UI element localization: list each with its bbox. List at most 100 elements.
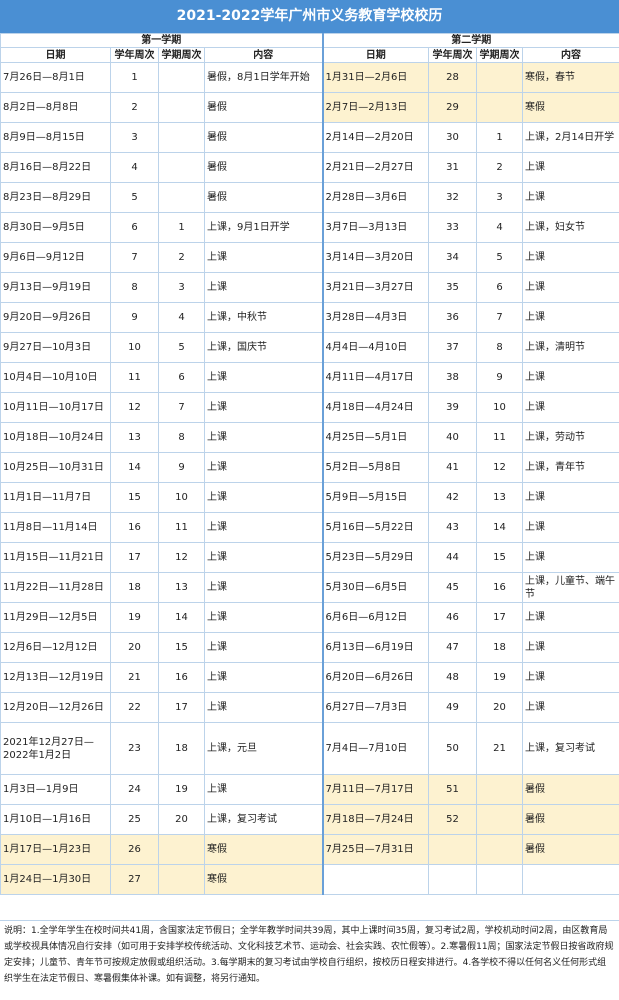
sem2-sem-week-cell [476, 804, 523, 835]
sem2-sem-week-cell: 9 [476, 362, 523, 393]
col-year-week-header: 学年周次 [428, 47, 477, 63]
sem1-year-week-cell: 4 [110, 152, 159, 183]
sem2-year-week-cell: 51 [428, 774, 477, 805]
sem2-year-week-cell: 44 [428, 542, 477, 573]
sem1-sem-week-cell: 6 [158, 362, 205, 393]
sem1-sem-week-cell [158, 92, 205, 123]
sem2-date-cell: 7月4日—7月10日 [322, 722, 429, 775]
table-row: 9月20日—9月26日 9 4 上课，中秋节 3月28日—4月3日 36 7 上课 [0, 302, 619, 333]
sem2-year-week-cell: 32 [428, 182, 477, 213]
sem1-sem-week-cell: 14 [158, 602, 205, 633]
sem2-date-cell: 7月18日—7月24日 [322, 804, 429, 835]
sem1-date-cell: 10月25日—10月31日 [0, 452, 111, 483]
sem1-date-cell: 11月15日—11月21日 [0, 542, 111, 573]
sem2-sem-week-cell: 16 [476, 572, 523, 603]
sem1-date-cell: 1月3日—1月9日 [0, 774, 111, 805]
sem2-year-week-cell [428, 864, 477, 895]
sem1-sem-week-cell: 5 [158, 332, 205, 363]
table-row: 10月25日—10月31日 14 9 上课 5月2日—5月8日 41 12 上课，青年节 [0, 452, 619, 483]
table-row: 8月30日—9月5日 6 1 上课，9月1日开学 3月7日—3月13日 33 4 上课，妇女节 [0, 212, 619, 243]
sem1-content-cell: 上课 [204, 692, 324, 723]
sem2-year-week-cell: 45 [428, 572, 477, 603]
table-row: 8月16日—8月22日 4 暑假 2月21日—2月27日 31 2 上课 [0, 152, 619, 183]
sem1-content-cell: 暑假 [204, 92, 324, 123]
table-row: 9月6日—9月12日 7 2 上课 3月14日—3月20日 34 5 上课 [0, 242, 619, 273]
table-row: 11月1日—11月7日 15 10 上课 5月9日—5月15日 42 13 上课 [0, 482, 619, 513]
sem1-sem-week-cell [158, 834, 205, 865]
sem1-year-week-cell: 16 [110, 512, 159, 543]
sem1-content-cell: 上课 [204, 542, 324, 573]
sem2-sem-week-cell: 12 [476, 452, 523, 483]
sem1-date-cell: 8月30日—9月5日 [0, 212, 111, 243]
sem2-date-cell: 7月25日—7月31日 [322, 834, 429, 865]
sem2-content-cell: 上课 [522, 542, 619, 573]
sem1-year-week-cell: 15 [110, 482, 159, 513]
sem2-content-cell: 上课 [522, 602, 619, 633]
sem2-sem-week-cell: 13 [476, 482, 523, 513]
sem2-year-week-cell: 49 [428, 692, 477, 723]
sem2-content-cell: 暑假 [522, 834, 619, 865]
sem2-content-cell: 上课 [522, 632, 619, 663]
sem2-sem-week-cell: 17 [476, 602, 523, 633]
sem2-sem-week-cell [476, 62, 523, 93]
sem1-date-cell: 11月29日—12月5日 [0, 602, 111, 633]
sem2-year-week-cell: 28 [428, 62, 477, 93]
sem1-sem-week-cell [158, 864, 205, 895]
sem2-sem-week-cell: 6 [476, 272, 523, 303]
sem2-content-cell: 上课 [522, 692, 619, 723]
col-date-header: 日期 [322, 47, 429, 63]
table-row: 8月23日—8月29日 5 暑假 2月28日—3月6日 32 3 上课 [0, 182, 619, 213]
sem2-year-week-cell: 48 [428, 662, 477, 693]
table-row: 2021年12月27日—2022年1月2日 23 18 上课，元旦 7月4日—7月10日… [0, 722, 619, 775]
sem1-date-cell: 9月6日—9月12日 [0, 242, 111, 273]
sem2-content-cell: 暑假 [522, 774, 619, 805]
sem1-sem-week-cell [158, 62, 205, 93]
sem2-sem-week-cell: 21 [476, 722, 523, 775]
sem2-sem-week-cell: 7 [476, 302, 523, 333]
sem2-content-cell [522, 864, 619, 895]
sem1-year-week-cell: 18 [110, 572, 159, 603]
sem2-content-cell: 上课，儿童节、端午节 [522, 572, 619, 603]
sem1-year-week-cell: 5 [110, 182, 159, 213]
col-sem-week-header: 学期周次 [476, 47, 523, 63]
sem2-date-cell: 3月28日—4月3日 [322, 302, 429, 333]
sem2-year-week-cell: 50 [428, 722, 477, 775]
sem2-content-cell: 上课 [522, 392, 619, 423]
sem1-date-cell: 8月16日—8月22日 [0, 152, 111, 183]
sem2-content-cell: 上课，复习考试 [522, 722, 619, 775]
sem2-year-week-cell: 37 [428, 332, 477, 363]
sem2-date-cell: 6月20日—6月26日 [322, 662, 429, 693]
sem1-content-cell: 上课 [204, 482, 324, 513]
col-sem-week-header: 学期周次 [158, 47, 205, 63]
sem2-date-cell: 5月30日—6月5日 [322, 572, 429, 603]
sem1-sem-week-cell: 18 [158, 722, 205, 775]
table-row: 1月3日—1月9日 24 19 上课 7月11日—7月17日 51 暑假 [0, 774, 619, 805]
sem1-year-week-cell: 9 [110, 302, 159, 333]
sem2-content-cell: 上课 [522, 662, 619, 693]
table-row: 1月17日—1月23日 26 寒假 7月25日—7月31日 暑假 [0, 834, 619, 865]
sem1-date-cell: 10月4日—10月10日 [0, 362, 111, 393]
calendar-notes: 说明：1.全学年学生在校时间共41周，含国家法定节假日；全学年教学时间共39周，… [0, 920, 619, 1000]
sem1-content-cell: 寒假 [204, 834, 324, 865]
semester-1-header: 第一学期 [0, 33, 324, 48]
sem2-date-cell: 5月16日—5月22日 [322, 512, 429, 543]
sem2-sem-week-cell: 20 [476, 692, 523, 723]
sem2-year-week-cell: 34 [428, 242, 477, 273]
sem1-year-week-cell: 2 [110, 92, 159, 123]
sem1-year-week-cell: 24 [110, 774, 159, 805]
sem1-date-cell: 12月13日—12月19日 [0, 662, 111, 693]
sem1-year-week-cell: 10 [110, 332, 159, 363]
sem1-sem-week-cell: 11 [158, 512, 205, 543]
sem2-year-week-cell: 47 [428, 632, 477, 663]
sem1-content-cell: 上课 [204, 272, 324, 303]
sem1-year-week-cell: 8 [110, 272, 159, 303]
sem1-year-week-cell: 13 [110, 422, 159, 453]
sem2-sem-week-cell [476, 834, 523, 865]
sem2-content-cell: 上课，清明节 [522, 332, 619, 363]
sem2-content-cell: 上课，妇女节 [522, 212, 619, 243]
sem1-date-cell: 9月13日—9月19日 [0, 272, 111, 303]
sem2-date-cell: 5月23日—5月29日 [322, 542, 429, 573]
sem1-content-cell: 上课 [204, 392, 324, 423]
table-row: 10月4日—10月10日 11 6 上课 4月11日—4月17日 38 9 上课 [0, 362, 619, 393]
sem2-year-week-cell: 46 [428, 602, 477, 633]
